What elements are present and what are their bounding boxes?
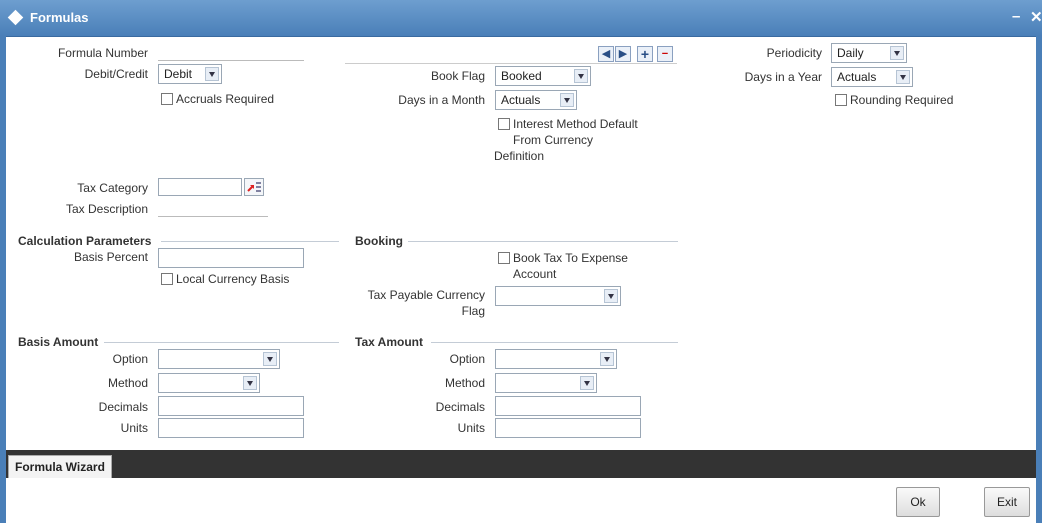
- tax-decimals-label: Decimals: [435, 400, 485, 414]
- book-flag-label: Book Flag: [430, 69, 485, 83]
- tax-decimals-input[interactable]: [495, 396, 641, 416]
- exit-button[interactable]: Exit: [984, 487, 1030, 517]
- window-title: Formulas: [30, 10, 89, 25]
- days-in-year-value: Actuals: [837, 70, 877, 84]
- tax-category-input[interactable]: [158, 178, 242, 196]
- list-of-values-icon[interactable]: [244, 178, 264, 196]
- rounding-required-checkbox[interactable]: [835, 94, 847, 106]
- footer: [6, 478, 1036, 523]
- days-in-month-label: Days in a Month: [398, 93, 485, 107]
- formula-number-field[interactable]: [158, 60, 304, 61]
- next-icon[interactable]: ▶: [615, 46, 631, 62]
- tax-payable-currency-select[interactable]: [495, 286, 621, 306]
- formula-number-label: Formula Number: [57, 46, 148, 60]
- rounding-required-label: Rounding Required: [850, 93, 954, 107]
- local-currency-basis-label: Local Currency Basis: [176, 272, 290, 286]
- periodicity-label: Periodicity: [766, 46, 822, 60]
- tab-strip: [6, 450, 1036, 478]
- ok-button[interactable]: Ok: [896, 487, 940, 517]
- chevron-down-icon: [560, 93, 574, 107]
- chevron-down-icon: [580, 376, 594, 390]
- chevron-down-icon: [205, 67, 219, 81]
- book-tax-label-line1: Book Tax To Expense: [513, 251, 628, 265]
- basis-units-input[interactable]: [158, 418, 304, 438]
- delete-row-icon[interactable]: −: [657, 46, 673, 62]
- chevron-down-icon: [574, 69, 588, 83]
- days-in-month-value: Actuals: [501, 93, 541, 107]
- tax-description-label: Tax Description: [65, 202, 148, 216]
- debit-credit-value: Debit: [164, 67, 193, 81]
- days-in-year-select[interactable]: Actuals: [831, 67, 913, 87]
- tax-method-label: Method: [444, 376, 485, 390]
- section-divider: [431, 342, 678, 343]
- chevron-down-icon: [243, 376, 257, 390]
- app-icon: [7, 9, 24, 26]
- tax-option-label: Option: [449, 352, 485, 366]
- accruals-required-checkbox[interactable]: [161, 93, 173, 105]
- tax-payable-currency-label-line1: Tax Payable Currency: [367, 288, 485, 302]
- accruals-required-label: Accruals Required: [176, 92, 275, 106]
- tax-category-label: Tax Category: [77, 181, 148, 195]
- tax-method-select[interactable]: [495, 373, 597, 393]
- basis-percent-label: Basis Percent: [73, 250, 148, 264]
- local-currency-basis-checkbox[interactable]: [161, 273, 173, 285]
- chevron-down-icon: [890, 46, 904, 60]
- days-in-month-select[interactable]: Actuals: [495, 90, 577, 110]
- add-row-icon[interactable]: +: [637, 46, 653, 62]
- booking-title: Booking: [355, 234, 403, 248]
- section-divider: [104, 342, 339, 343]
- tab-formula-wizard[interactable]: Formula Wizard: [8, 455, 112, 479]
- tax-units-label: Units: [457, 421, 485, 435]
- interest-method-label-line3: Definition: [494, 149, 545, 163]
- interest-method-default-checkbox[interactable]: [498, 118, 510, 130]
- debit-credit-select[interactable]: Debit: [158, 64, 222, 84]
- title-bar: Formulas – ✕: [0, 0, 1042, 37]
- record-nav-divider: [345, 63, 677, 64]
- tax-payable-currency-label-line2: Flag: [461, 304, 485, 318]
- previous-icon[interactable]: ◀: [598, 46, 614, 62]
- section-divider: [408, 241, 678, 242]
- basis-decimals-input[interactable]: [158, 396, 304, 416]
- basis-method-label: Method: [107, 376, 148, 390]
- tax-amount-title: Tax Amount: [355, 335, 423, 349]
- basis-amount-title: Basis Amount: [18, 335, 99, 349]
- periodicity-select[interactable]: Daily: [831, 43, 907, 63]
- book-tax-label-line2: Account: [513, 267, 557, 281]
- days-in-year-label: Days in a Year: [744, 70, 822, 84]
- basis-option-label: Option: [112, 352, 148, 366]
- basis-method-select[interactable]: [158, 373, 260, 393]
- basis-option-select[interactable]: [158, 349, 280, 369]
- basis-percent-input[interactable]: [158, 248, 304, 268]
- chevron-down-icon: [896, 70, 910, 84]
- section-divider: [161, 241, 339, 242]
- chevron-down-icon: [600, 352, 614, 366]
- book-flag-select[interactable]: Booked: [495, 66, 591, 86]
- tax-option-select[interactable]: [495, 349, 617, 369]
- tax-units-input[interactable]: [495, 418, 641, 438]
- calculation-parameters-title: Calculation Parameters: [18, 234, 152, 248]
- tax-description-field: [158, 216, 268, 217]
- periodicity-value: Daily: [837, 46, 864, 60]
- basis-decimals-label: Decimals: [98, 400, 148, 414]
- minimize-icon[interactable]: –: [1012, 8, 1020, 25]
- chevron-down-icon: [604, 289, 618, 303]
- basis-units-label: Units: [120, 421, 148, 435]
- chevron-down-icon: [263, 352, 277, 366]
- interest-method-label-line1: Interest Method Default: [513, 117, 638, 131]
- book-tax-to-expense-checkbox[interactable]: [498, 252, 510, 264]
- interest-method-label-line2: From Currency: [513, 133, 594, 147]
- debit-credit-label: Debit/Credit: [84, 67, 148, 81]
- close-icon[interactable]: ✕: [1030, 8, 1042, 26]
- book-flag-value: Booked: [501, 69, 542, 83]
